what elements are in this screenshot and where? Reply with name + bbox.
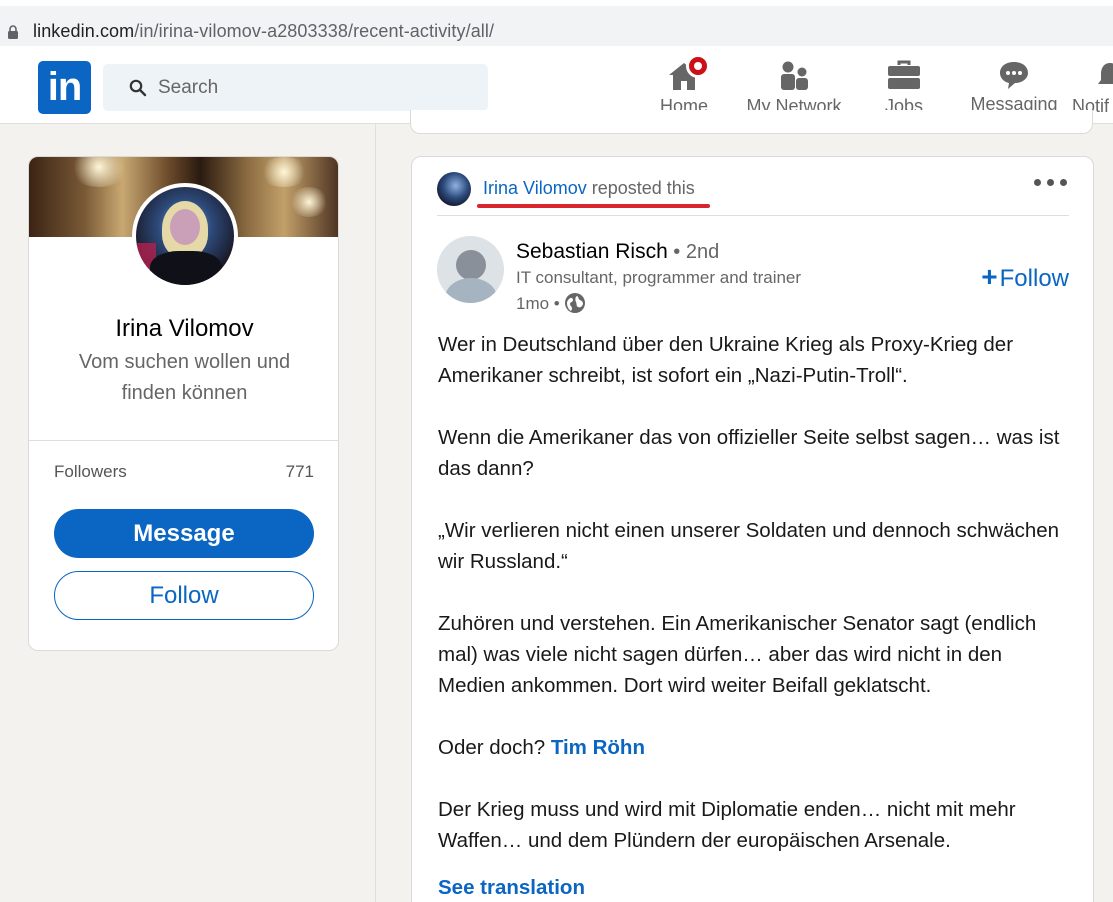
mention-link[interactable]: Tim Röhn (551, 736, 645, 759)
connection-degree: • 2nd (667, 241, 720, 263)
author-name[interactable]: Sebastian Risch • 2nd (516, 240, 719, 264)
follow-button[interactable]: Follow (54, 571, 314, 620)
profile-tagline: Vom suchen wollen und finden können (78, 351, 291, 404)
repost-text: Irina Vilomov reposted this (483, 178, 695, 199)
repost-suffix: reposted this (586, 178, 695, 198)
search-box[interactable] (103, 64, 488, 111)
lock-icon (8, 25, 18, 39)
post-paragraph: „Wir verlieren nicht einen unserer Solda… (438, 519, 1060, 573)
feed-post: Irina Vilomov reposted this Sebastian Ri… (411, 156, 1094, 902)
network-icon (781, 61, 808, 90)
post-paragraph: Zuhören und verstehen. Ein Amerikanische… (438, 612, 1037, 697)
post-paragraph: Wer in Deutschland über den Ukraine Krie… (438, 333, 1014, 387)
url-path: /in/irina-vilomov-a2803338/recent-activi… (134, 21, 495, 41)
post-follow-button[interactable]: +Follow (981, 261, 1069, 293)
globe-icon (564, 293, 585, 313)
browser-url-bar: linkedin.com/in/irina-vilomov-a2803338/r… (0, 0, 1113, 50)
plus-icon: + (981, 261, 998, 292)
search-input[interactable] (158, 74, 458, 101)
post-paragraph: Der Krieg muss und wird mit Diplomatie e… (438, 798, 1016, 852)
post-paragraph: Wenn die Amerikaner das von offizieller … (438, 426, 1060, 480)
see-translation-link[interactable]: See translation (438, 876, 585, 900)
author-avatar[interactable] (437, 236, 504, 303)
author-headline: IT consultant, programmer and trainer (516, 268, 802, 287)
author-name-text[interactable]: Sebastian Risch (516, 240, 668, 263)
mention-prefix: Oder doch? (438, 736, 551, 759)
bell-icon (1098, 63, 1113, 84)
search-icon (129, 79, 147, 97)
repost-header: Irina Vilomov reposted this (437, 171, 1077, 208)
post-timestamp: 1mo • (516, 292, 586, 314)
more-options-icon[interactable] (1034, 179, 1068, 189)
briefcase-icon (888, 60, 920, 89)
column-divider (375, 124, 376, 902)
profile-avatar[interactable] (132, 183, 238, 289)
post-paragraph-mention: Oder doch? Tim Röhn (438, 732, 1068, 763)
url-domain: linkedin.com (33, 21, 135, 41)
url-text[interactable]: linkedin.com/in/irina-vilomov-a2803338/r… (33, 21, 494, 42)
reposter-name-link[interactable]: Irina Vilomov (483, 178, 587, 198)
reposter-avatar[interactable] (437, 172, 471, 206)
divider (437, 215, 1069, 216)
divider (29, 440, 338, 441)
messaging-icon (1000, 62, 1028, 89)
post-time: 1mo • (516, 294, 560, 313)
followers-label: Followers (54, 462, 127, 481)
linkedin-logo[interactable]: in (38, 61, 91, 114)
followers-count: 771 (285, 462, 314, 481)
message-button[interactable]: Message (54, 509, 314, 558)
notification-badge (686, 54, 710, 78)
address-field[interactable]: linkedin.com/in/irina-vilomov-a2803338/r… (0, 6, 1113, 46)
profile-name[interactable]: Irina Vilomov (29, 315, 338, 343)
previous-post-card (410, 110, 1093, 134)
red-underline-annotation (477, 204, 710, 208)
post-follow-label: Follow (999, 265, 1069, 292)
post-body: Wer in Deutschland über den Ukraine Krie… (438, 329, 1068, 887)
profile-card: Irina Vilomov Vom suchen wollen und find… (28, 156, 339, 651)
